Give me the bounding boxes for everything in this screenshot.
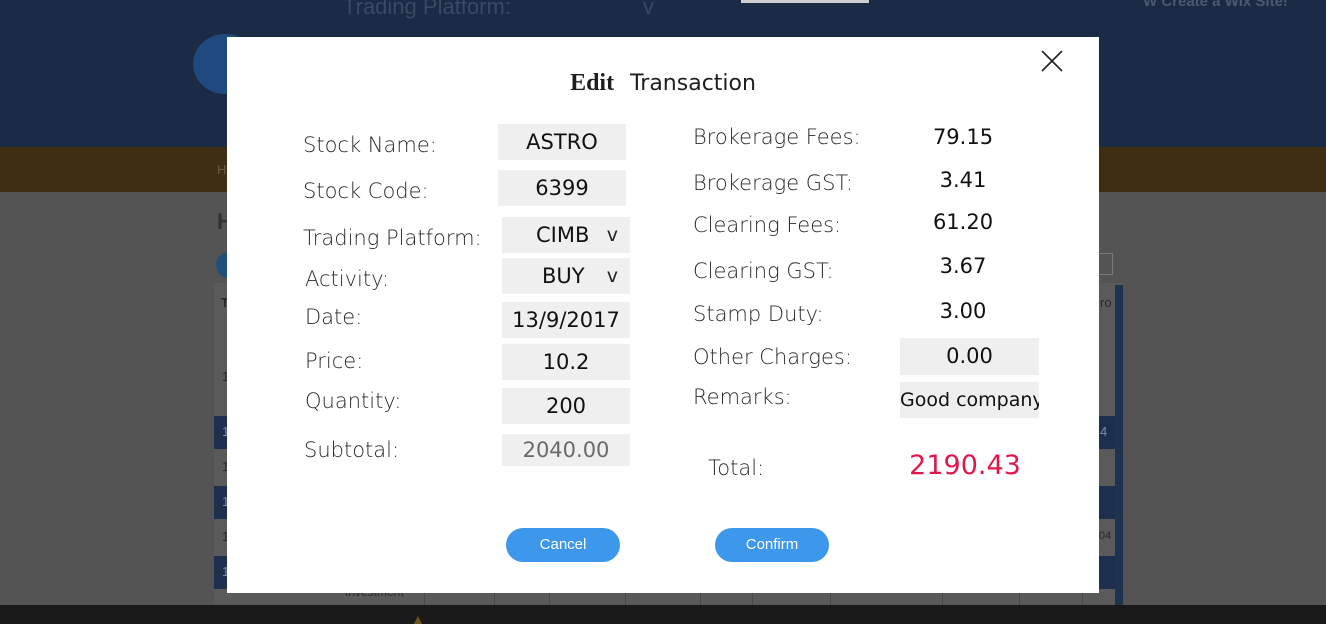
brokerage-fees-value: 79.15 [932, 125, 994, 149]
total-label: Total: [708, 456, 765, 480]
date-label: Date: [305, 305, 363, 329]
stock-code-label: Stock Code: [303, 179, 429, 203]
subtotal-label: Subtotal: [304, 438, 400, 462]
header-input [741, 0, 869, 3]
dialog-title: Edit Transaction [227, 70, 1099, 97]
table-cell: 4 [1100, 424, 1108, 439]
activity-select[interactable]: BUY v [502, 258, 630, 294]
edit-transaction-dialog: Edit Transaction Stock Name: ASTRO Stock … [227, 37, 1099, 593]
header-title: Trading Platform: [343, 0, 511, 19]
footer-logo: ▲ [411, 611, 425, 624]
date-field[interactable]: 13/9/2017 [502, 302, 630, 338]
column-divider [494, 593, 495, 605]
column-divider [752, 593, 753, 605]
other-charges-label: Other Charges: [693, 345, 852, 369]
remarks-label: Remarks: [693, 385, 792, 409]
column-divider [700, 593, 701, 605]
brokerage-gst-value: 3.41 [939, 168, 987, 192]
column-divider [942, 593, 943, 605]
total-value: 2190.43 [909, 450, 1021, 481]
clearing-gst-label: Clearing GST: [693, 259, 834, 283]
site-footer [0, 605, 1326, 624]
subtotal-field: 2040.00 [502, 434, 630, 466]
column-divider [1019, 593, 1020, 605]
quantity-label: Quantity: [305, 389, 402, 413]
stock-code-field[interactable]: 6399 [498, 170, 626, 206]
other-charges-field[interactable]: 0.00 [900, 338, 1039, 375]
nav-item-home: H [217, 162, 227, 177]
column-divider [830, 593, 831, 605]
brokerage-gst-label: Brokerage GST: [693, 171, 854, 195]
confirm-button[interactable]: Confirm [715, 528, 829, 562]
column-divider [625, 593, 626, 605]
clearing-gst-value: 3.67 [939, 254, 987, 278]
trading-platform-select[interactable]: CIMB v [502, 217, 630, 253]
column-divider [1082, 593, 1083, 605]
table-header-cell: ro [1100, 295, 1112, 310]
activity-value: BUY [542, 264, 585, 288]
clearing-fees-label: Clearing Fees: [693, 213, 842, 237]
stamp-duty-label: Stamp Duty: [693, 302, 824, 326]
stamp-duty-value: 3.00 [939, 299, 987, 323]
cancel-button[interactable]: Cancel [506, 528, 620, 562]
activity-label: Activity: [305, 267, 390, 291]
price-label: Price: [305, 349, 364, 373]
trading-platform-label: Trading Platform: [303, 226, 482, 250]
brokerage-fees-label: Brokerage Fees: [693, 125, 861, 149]
table-cell: 04 [1099, 530, 1112, 542]
title-transaction: Transaction [630, 71, 756, 96]
trading-platform-value: CIMB [536, 223, 590, 247]
remarks-field[interactable]: Good company [900, 382, 1039, 418]
chevron-down-icon: v [606, 265, 618, 287]
table-scrollbar [1115, 285, 1123, 605]
header-caret: v [643, 0, 654, 19]
clearing-fees-value: 61.20 [932, 210, 994, 234]
stock-name-field[interactable]: ASTRO [498, 124, 626, 160]
stock-name-label: Stock Name: [303, 133, 437, 157]
chevron-down-icon: v [606, 224, 618, 246]
title-edit: Edit [570, 70, 615, 96]
price-field[interactable]: 10.2 [502, 344, 630, 380]
quantity-field[interactable]: 200 [502, 388, 630, 424]
column-divider [424, 593, 425, 605]
wix-banner-link: W Create a Wix Site! [1143, 0, 1288, 10]
column-divider [549, 593, 550, 605]
